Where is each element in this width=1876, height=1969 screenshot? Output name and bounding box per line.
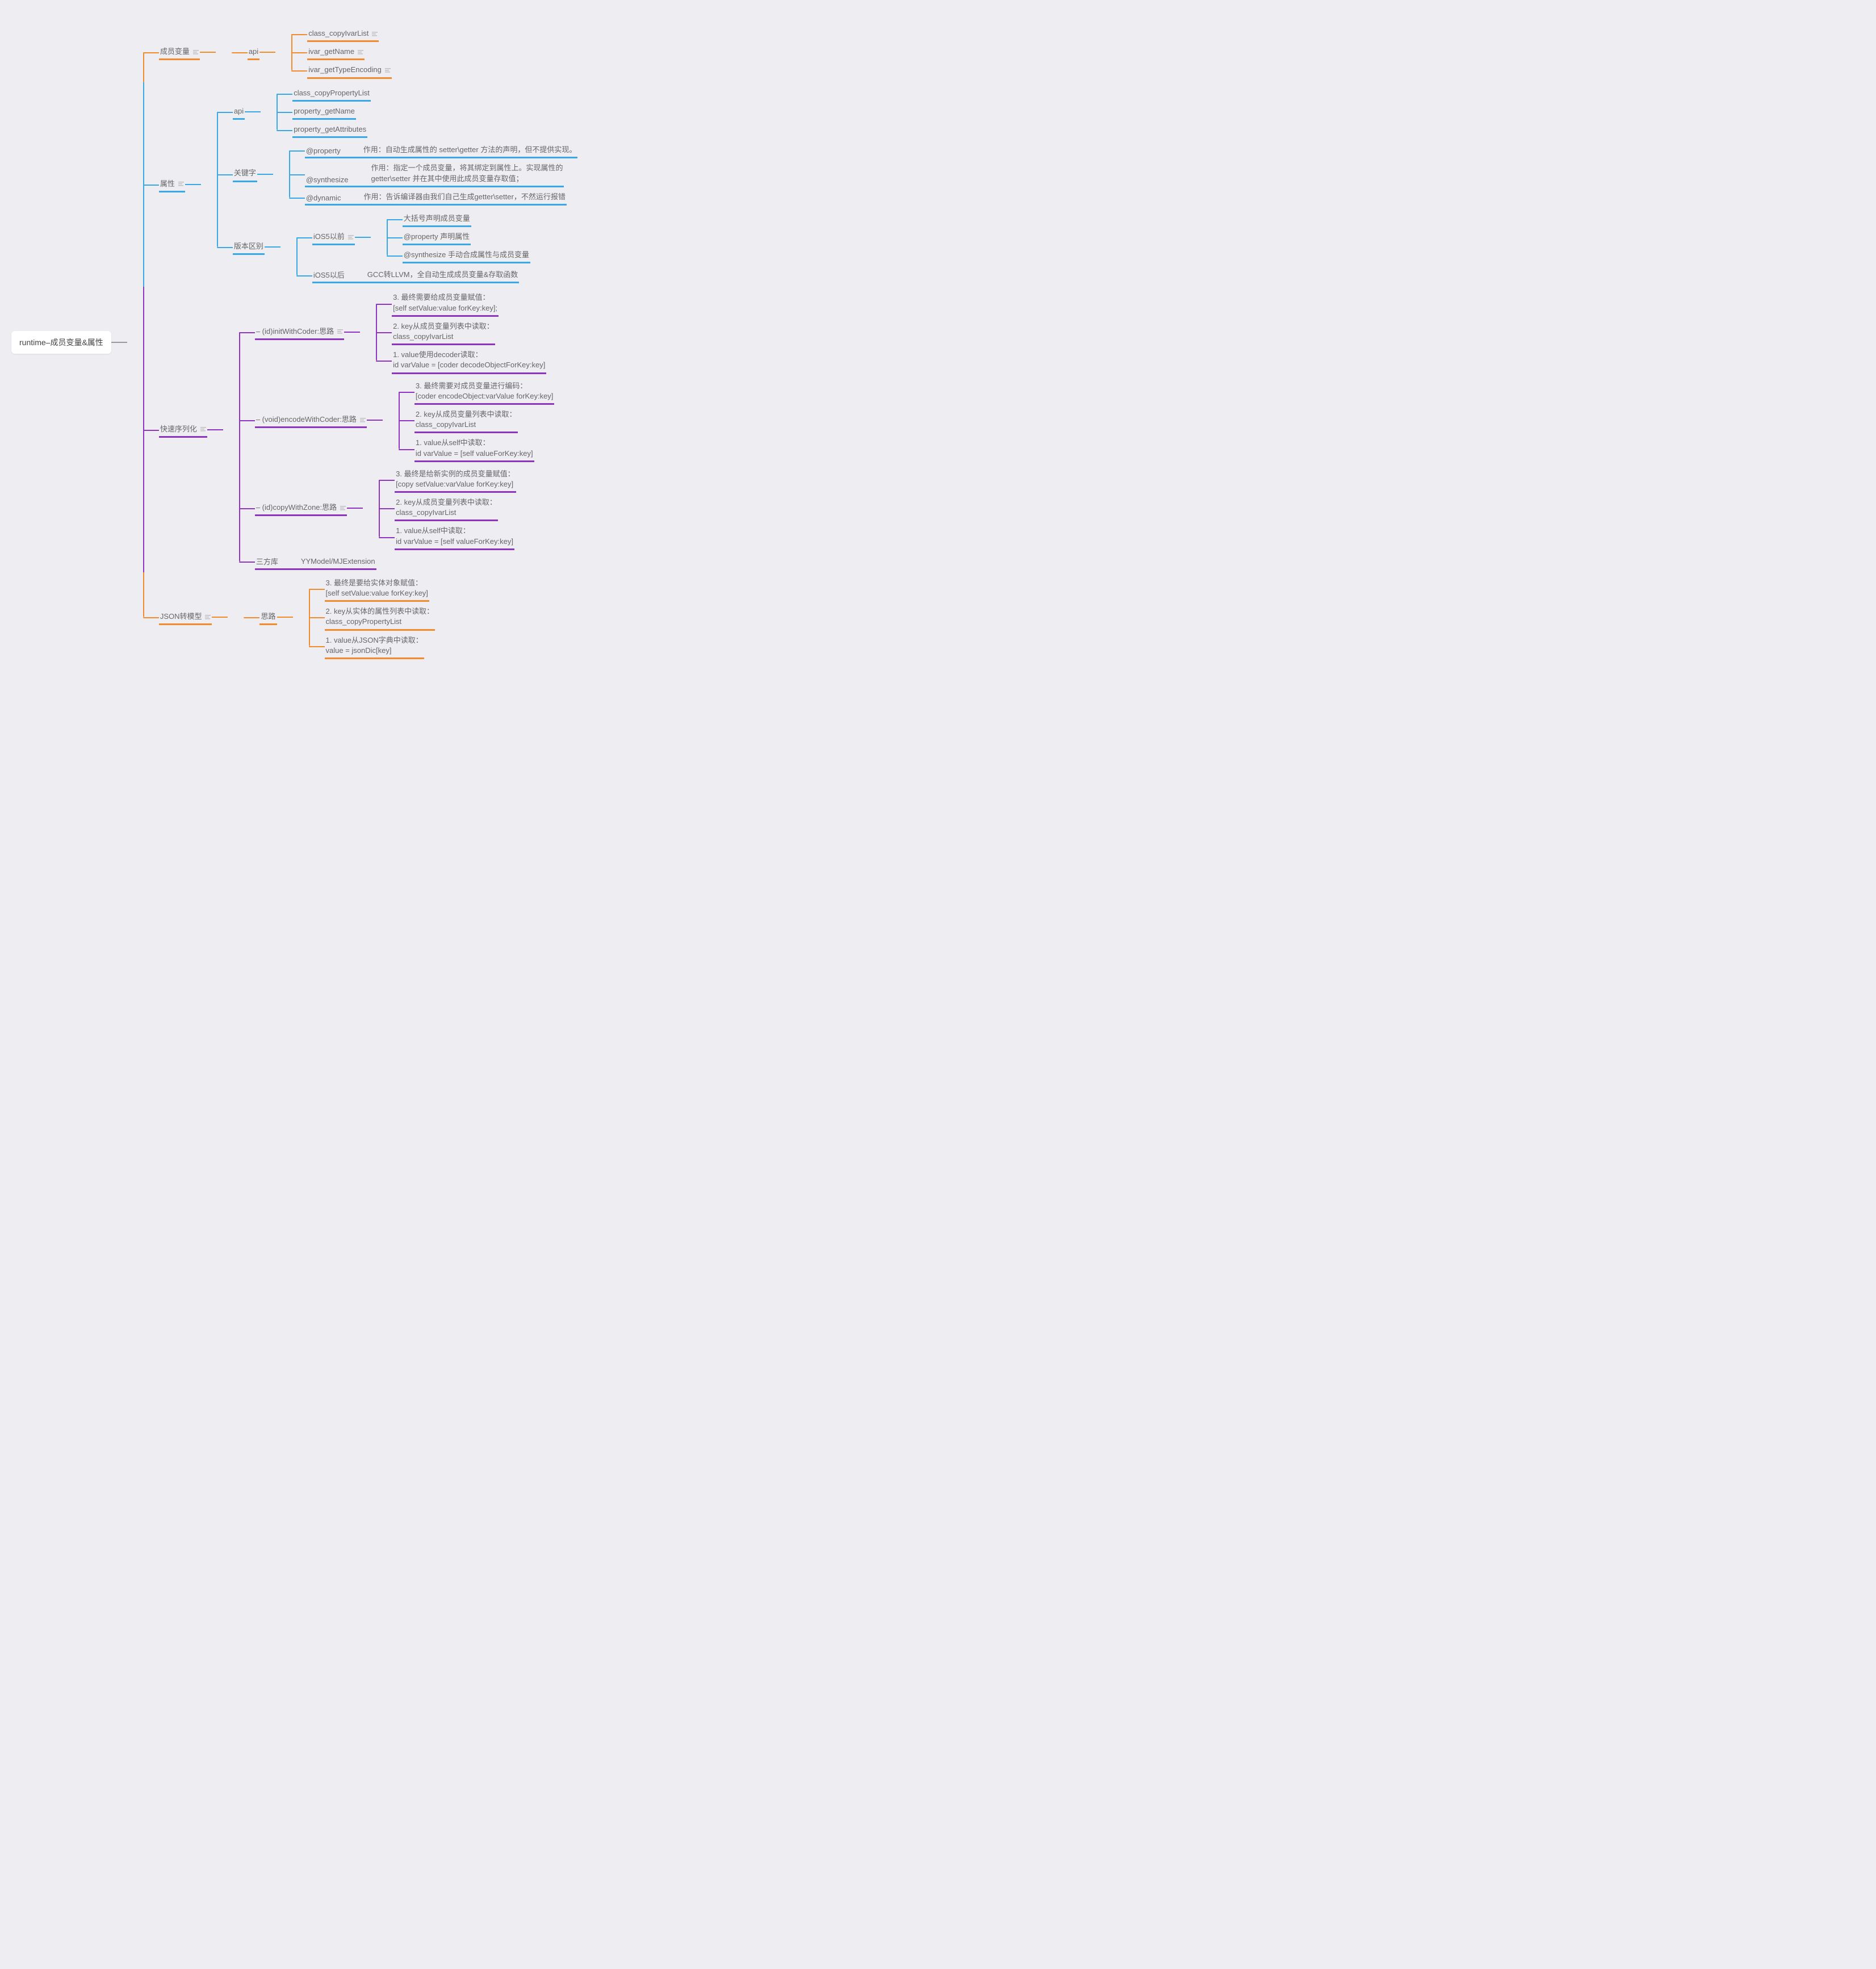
node-version[interactable]: 版本区别 — [233, 239, 265, 255]
node-initcoder[interactable]: – (id)initWithCoder:思路 — [255, 324, 344, 340]
leaf[interactable]: 1. value从self中读取： id varValue = [self va… — [414, 435, 534, 462]
kw-row[interactable]: @property作用：自动生成属性的 setter\getter 方法的声明，… — [305, 143, 577, 158]
leaf[interactable]: property_getName — [292, 104, 356, 120]
leaf[interactable]: 1. value使用decoder读取： id varValue = [code… — [392, 347, 546, 374]
leaf[interactable]: ivar_getTypeEncoding — [307, 62, 392, 78]
leaf[interactable]: 3. 最终需要给成员变量赋值： [self setValue:value for… — [392, 290, 499, 316]
node-ios5-pre[interactable]: iOS5以前 — [312, 229, 355, 245]
leaf[interactable]: 3. 最终需要对成员变量进行编码： [coder encodeObject:va… — [414, 379, 555, 405]
leaf[interactable]: 2. key从成员变量列表中读取： class_copyIvarList — [392, 319, 495, 345]
note-icon — [337, 329, 343, 334]
leaf[interactable]: 3. 最终是给新实例的成员变量赋值： [copy setValue:varVal… — [395, 467, 516, 493]
kw-row[interactable]: @dynamic作用：告诉编译器由我们自己生成getter\setter，不然运… — [305, 190, 567, 206]
kw-row[interactable]: @synthesize作用：指定一个成员变量，将其绑定到属性上。实现属性的 ge… — [305, 161, 564, 187]
level1: 成员变量 api class_copyIvarList ivar_getName… — [127, 23, 578, 663]
leaf[interactable]: 1. value从JSON字典中读取： value = jsonDic[key] — [325, 633, 424, 659]
node-ivar-api[interactable]: api — [248, 44, 259, 60]
node-copyzone[interactable]: – (id)copyWithZone:思路 — [255, 500, 347, 516]
node-ivar[interactable]: 成员变量 — [159, 44, 200, 60]
node-json[interactable]: JSON转模型 — [159, 609, 212, 625]
leaf[interactable]: 2. key从实体的属性列表中读取： class_copyPropertyLis… — [325, 604, 436, 630]
note-icon — [360, 418, 366, 422]
leaf[interactable]: class_copyIvarList — [307, 26, 379, 42]
leaf[interactable]: property_getAttributes — [292, 122, 367, 138]
node-prop-api[interactable]: api — [233, 104, 245, 120]
leaf[interactable]: 1. value从self中读取： id varValue = [self va… — [395, 523, 514, 550]
node-json-idea[interactable]: 思路 — [259, 609, 277, 625]
note-icon — [340, 506, 346, 510]
note-icon — [385, 68, 391, 73]
note-icon — [372, 32, 378, 36]
note-icon — [205, 615, 211, 619]
leaf[interactable]: ivar_getName — [307, 44, 365, 60]
note-icon — [358, 50, 363, 55]
leaf[interactable]: class_copyPropertyList — [292, 86, 371, 102]
leaf[interactable]: @synthesize 手动合成属性与成员变量 — [403, 248, 530, 263]
leaf[interactable]: 大括号声明成员变量 — [403, 211, 471, 227]
note-icon — [193, 50, 199, 55]
thirdparty[interactable]: 三方库YYModel/MJExtension — [255, 554, 376, 570]
note-icon — [200, 427, 206, 431]
node-property[interactable]: 属性 — [159, 177, 185, 192]
mindmap: runtime–成员变量&属性 成员变量 api class_copyIvarL… — [11, 23, 1865, 663]
node-encodecoder[interactable]: – (void)encodeWithCoder:思路 — [255, 412, 367, 428]
branch-serialize: 快速序列化 – (id)initWithCoder:思路 3. 最终需要给成员变… — [143, 287, 578, 572]
note-icon — [178, 182, 184, 186]
branch-json: JSON转模型 思路 3. 最终是要给实体对象赋值： [self setValu… — [143, 572, 578, 663]
node-serialize[interactable]: 快速序列化 — [159, 422, 207, 438]
leaf[interactable]: 2. key从成员变量列表中读取： class_copyIvarList — [395, 495, 498, 521]
root-node[interactable]: runtime–成员变量&属性 — [11, 331, 111, 354]
branch-property: 属性 api class_copyPropertyList property_g… — [143, 82, 578, 287]
root-connector — [111, 342, 127, 343]
leaf[interactable]: 2. key从成员变量列表中读取： class_copyIvarList — [414, 407, 518, 433]
note-icon — [348, 235, 354, 240]
leaf[interactable]: @property 声明属性 — [403, 229, 471, 245]
branch-ivar: 成员变量 api class_copyIvarList ivar_getName… — [143, 23, 578, 82]
node-keywords[interactable]: 关键字 — [233, 166, 257, 182]
ios5-post[interactable]: iOS5以后GCC转LLVM，全自动生成成员变量&存取函数 — [312, 267, 519, 283]
leaf[interactable]: 3. 最终是要给实体对象赋值： [self setValue:value for… — [325, 576, 429, 602]
